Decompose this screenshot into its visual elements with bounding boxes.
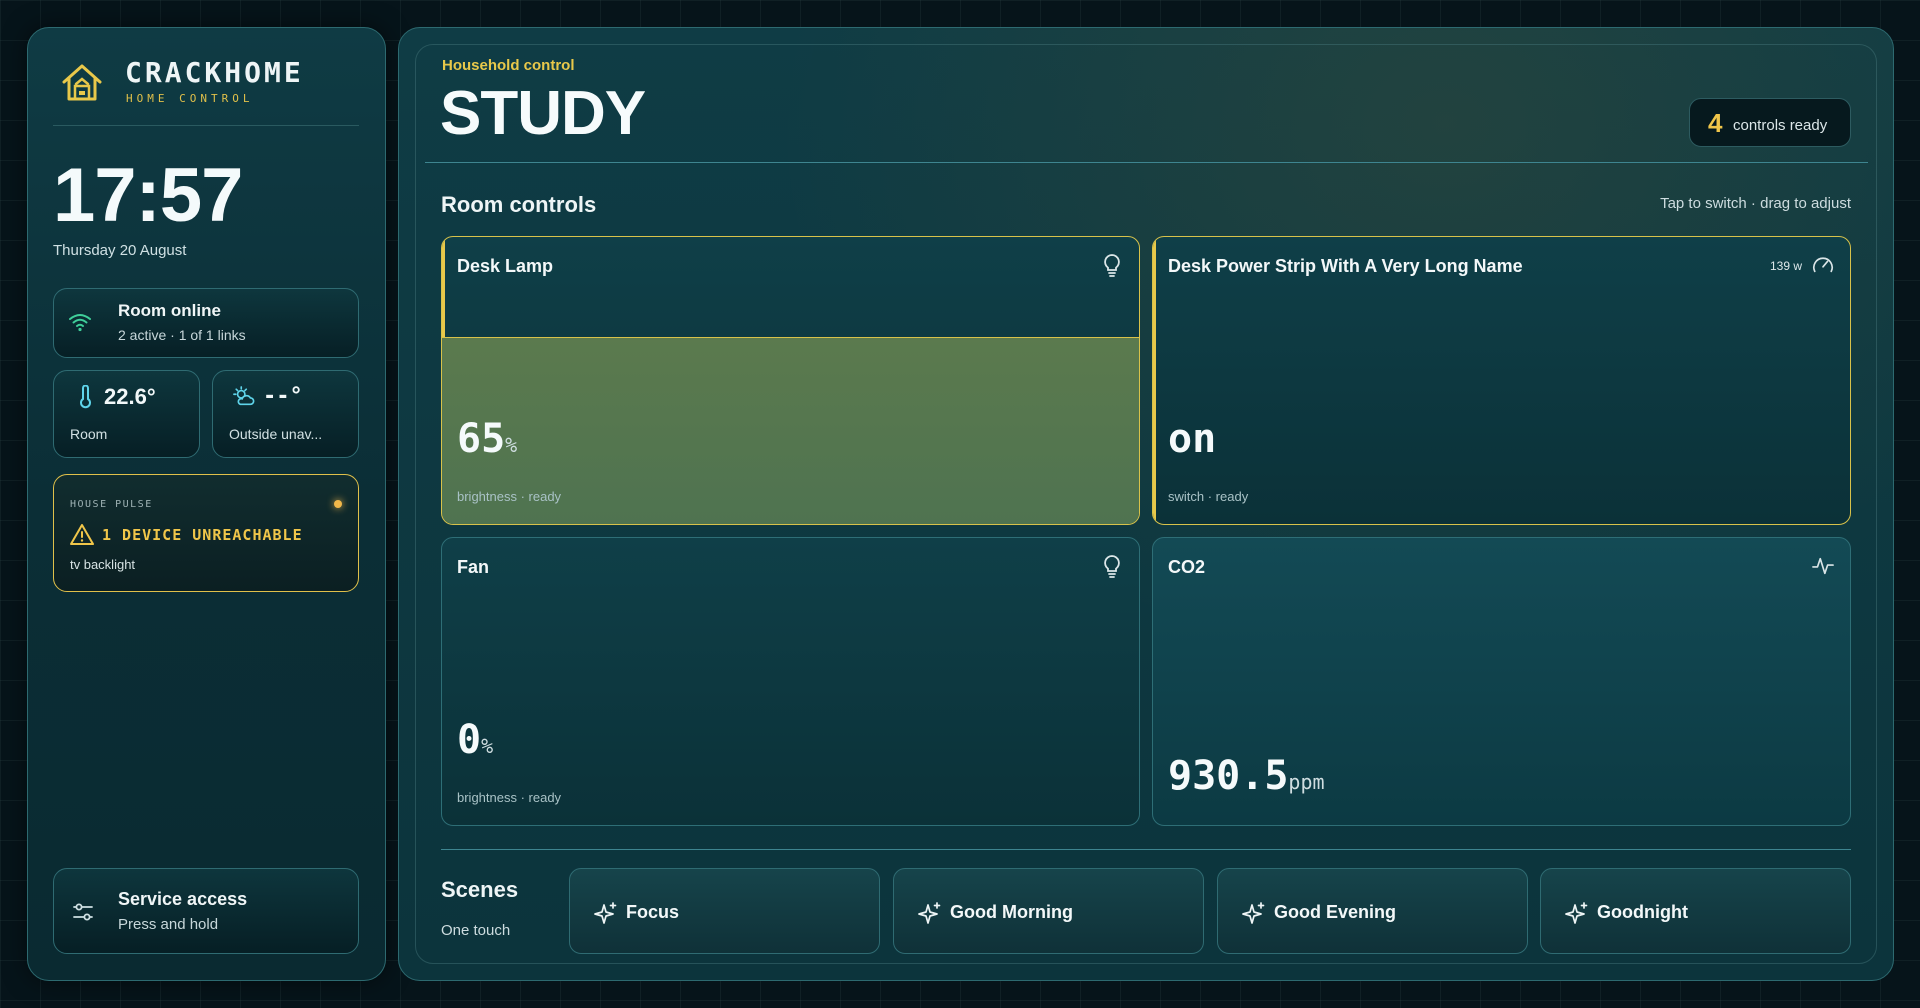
tile-value: on — [1168, 416, 1216, 462]
house-icon — [62, 64, 102, 101]
room-status-title: Room online — [118, 301, 221, 320]
house-pulse-title: 1 DEVICE UNREACHABLE — [102, 526, 303, 544]
room-title: STUDY — [440, 79, 646, 148]
house-pulse-detail: tv backlight — [70, 557, 136, 572]
controls-ready-count: 4 — [1708, 108, 1723, 138]
thermometer-icon — [80, 385, 91, 409]
house-pulse-label: HOUSE PULSE — [70, 499, 153, 510]
service-access-title: Service access — [118, 889, 248, 909]
clock-time: 17:57 — [53, 153, 243, 238]
partly-cloudy-icon — [233, 386, 255, 406]
room-temperature-label: Room — [70, 426, 108, 442]
tile-value-number: 0 — [457, 717, 482, 763]
scene-good-evening-button[interactable]: Good Evening — [1217, 868, 1528, 954]
outside-temperature-label: Outside unav... — [229, 426, 323, 442]
tile-value-number: 65 — [457, 416, 506, 462]
sparkles-icon — [1565, 902, 1588, 924]
tile-name: Desk Lamp — [457, 256, 554, 276]
brand-divider — [53, 125, 359, 126]
power-usage: 139 w — [1769, 259, 1802, 273]
scene-label: Focus — [626, 902, 680, 922]
outside-weather-card: --° Outside unav... — [212, 370, 359, 458]
room-controls-title: Room controls — [441, 192, 597, 217]
desk-power-strip-tile[interactable]: Desk Power Strip With A Very Long Name 1… — [1152, 236, 1851, 525]
tile-name: Desk Power Strip With A Very Long Name — [1168, 256, 1523, 276]
fan-tile[interactable]: Fan 0% brightness · ready — [441, 537, 1140, 826]
sparkles-icon — [918, 902, 941, 924]
scene-label: Good Evening — [1274, 902, 1397, 922]
scene-label: Good Morning — [950, 902, 1073, 922]
scene-focus-button[interactable]: Focus — [569, 868, 880, 954]
gauge-icon — [1813, 257, 1833, 273]
tile-value-unit: % — [481, 734, 494, 758]
tile-value-unit: % — [505, 433, 518, 457]
sliders-icon — [73, 903, 93, 921]
controls-ready-badge: 4 controls ready — [1689, 98, 1851, 147]
warning-icon — [70, 524, 94, 545]
tile-value-unit: ppm — [1288, 770, 1325, 794]
controls-ready-text: controls ready — [1733, 117, 1828, 134]
co2-tile[interactable]: CO2 930.5ppm — [1152, 537, 1851, 826]
sparkles-icon — [594, 902, 617, 924]
tile-value-number: 930.5 — [1168, 753, 1289, 799]
lightbulb-icon — [1104, 254, 1120, 277]
tile-status: brightness · ready — [457, 489, 562, 504]
tile-value: 0% — [457, 717, 493, 763]
scene-goodnight-button[interactable]: Goodnight — [1540, 868, 1851, 954]
lightbulb-icon — [1104, 555, 1120, 578]
sparkles-icon — [1242, 902, 1265, 924]
tile-name: Fan — [457, 557, 490, 577]
scene-label: Goodnight — [1597, 902, 1688, 922]
scenes-subtitle: One touch — [441, 922, 511, 939]
clock-date: Thursday 20 August — [53, 242, 187, 259]
scenes-divider — [441, 849, 1851, 850]
scene-good-morning-button[interactable]: Good Morning — [893, 868, 1204, 954]
scenes-title: Scenes — [441, 877, 519, 902]
pulse-indicator-dot — [334, 500, 342, 508]
service-access-button[interactable]: Service access Press and hold — [53, 868, 359, 954]
tile-value: 65% — [457, 416, 517, 462]
desk-lamp-tile[interactable]: Desk Lamp 65% brightness · ready — [441, 236, 1140, 525]
outside-temperature-value: --° — [263, 384, 303, 409]
brand-title: CRACKHOME — [125, 56, 304, 89]
room-temperature-value: 22.6° — [104, 384, 156, 409]
tile-name: CO2 — [1168, 557, 1206, 577]
tile-value-number: on — [1168, 416, 1217, 462]
room-controls-hint: Tap to switch · drag to adjust — [1660, 195, 1851, 212]
room-temperature-card: 22.6° Room — [53, 370, 200, 458]
room-status-card: Room online 2 active · 1 of 1 links — [53, 288, 359, 358]
activity-icon — [1812, 557, 1834, 575]
tile-status: switch · ready — [1168, 489, 1249, 504]
tile-status: brightness · ready — [457, 790, 562, 805]
wifi-icon — [69, 314, 91, 332]
brand-subtitle: HOME CONTROL — [126, 92, 254, 105]
tile-value: 930.5ppm — [1168, 753, 1325, 799]
room-status-detail: 2 active · 1 of 1 links — [118, 327, 246, 343]
house-pulse-card[interactable]: HOUSE PULSE 1 DEVICE UNREACHABLE tv back… — [53, 474, 359, 592]
service-access-detail: Press and hold — [118, 916, 219, 933]
header-eyebrow: Household control — [442, 57, 575, 74]
header-divider — [425, 162, 1868, 163]
